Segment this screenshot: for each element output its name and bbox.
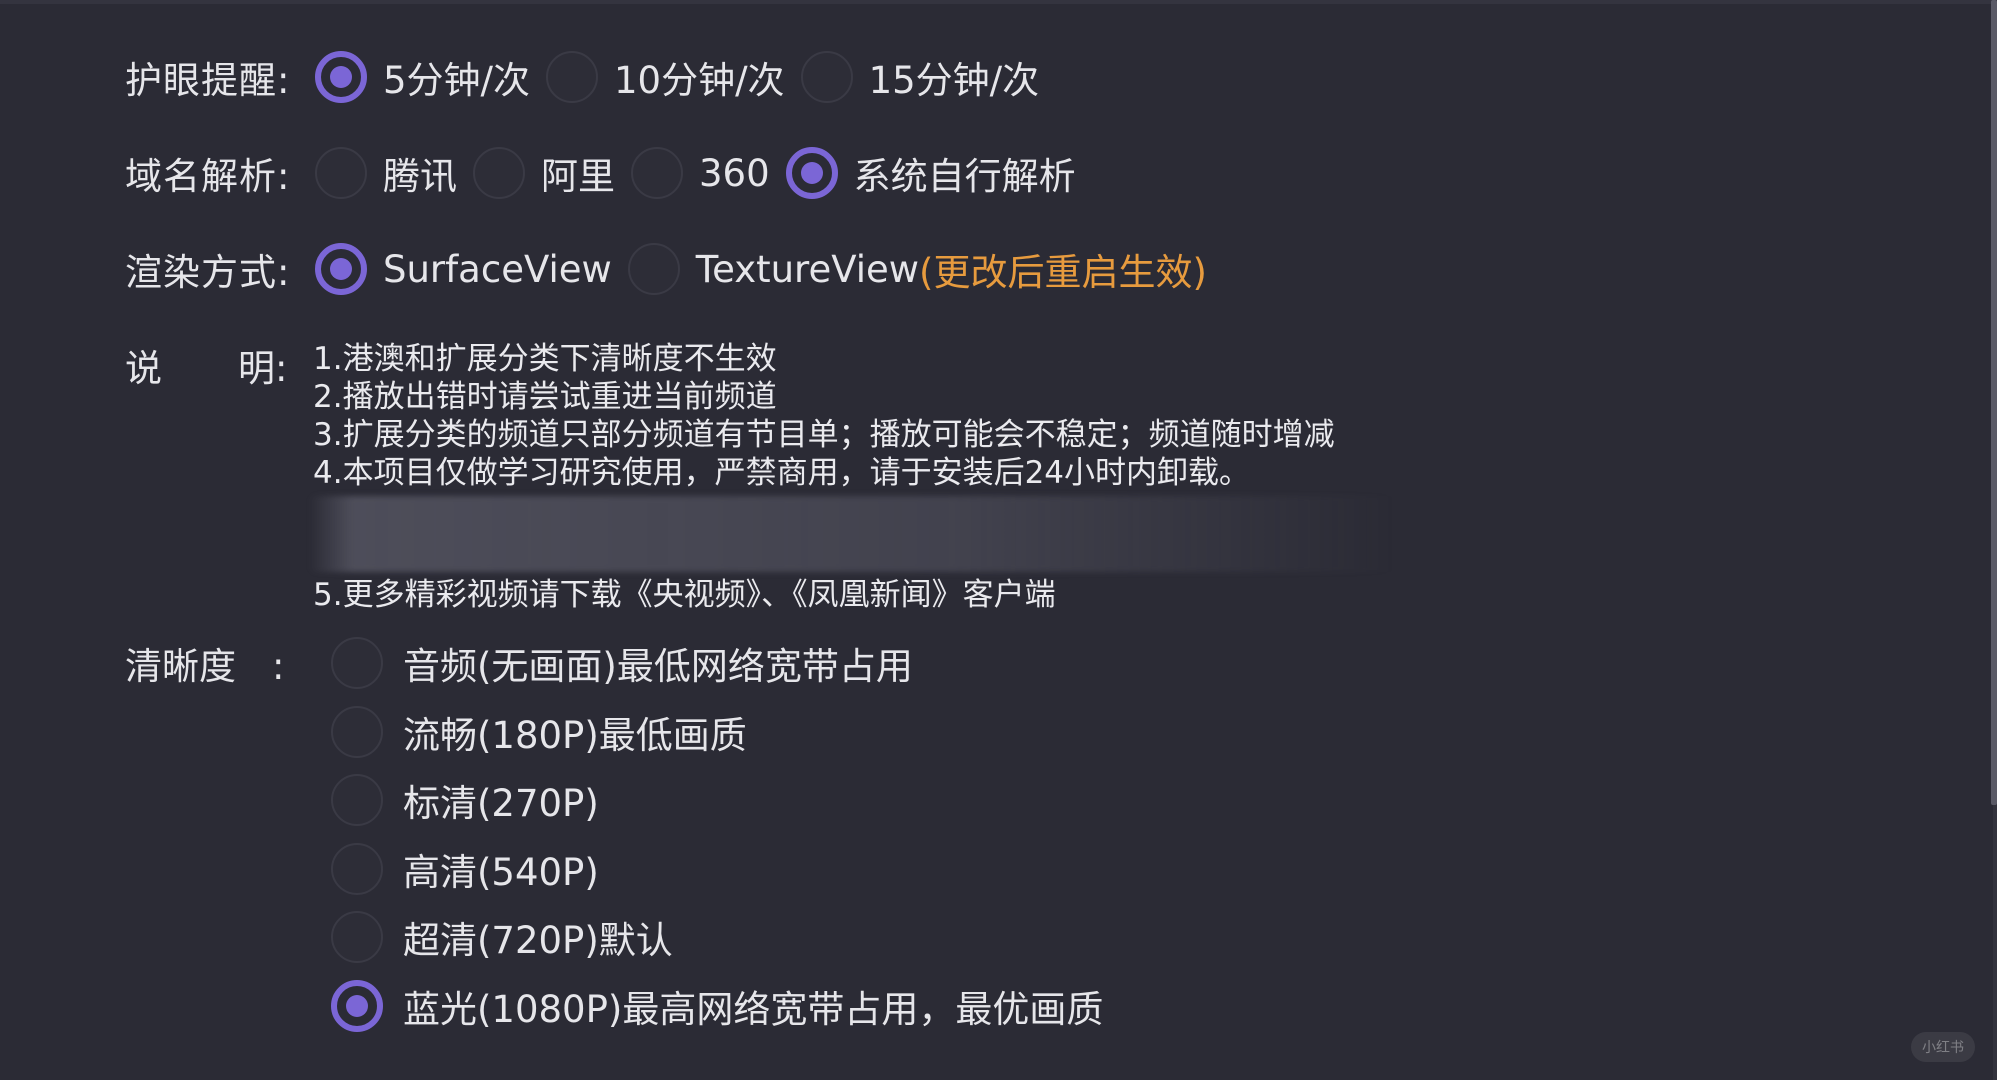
eye-care-option-5min[interactable]: 5分钟/次	[315, 50, 546, 104]
quality-label: 清晰度:	[125, 636, 284, 690]
quality-option-label: 超清(720P)默认	[403, 919, 673, 962]
dns-option-system[interactable]: 系统自行解析	[785, 146, 1092, 200]
radio-unselected-icon[interactable]	[331, 705, 383, 758]
watermark-logo: 小红书	[1911, 1032, 1975, 1062]
render-row: 渲染方式: SurfaceView TextureView (更改后重启生效)	[125, 242, 1207, 296]
render-label: 渲染方式:	[125, 251, 291, 294]
quality-option-540p[interactable]: 高清(540P)	[331, 842, 1119, 895]
dns-option-ali[interactable]: 阿里	[473, 146, 631, 200]
note-line: 3.扩展分类的频道只部分频道有节目单；播放可能会不稳定；频道随时增减	[313, 417, 1335, 453]
dns-row: 域名解析: 腾讯 阿里 360 系统自行解析	[125, 146, 1092, 200]
dns-option-label: 腾讯	[383, 155, 457, 198]
radio-selected-icon[interactable]	[785, 147, 838, 199]
eye-care-row: 护眼提醒: 5分钟/次 10分钟/次 15分钟/次	[125, 50, 1055, 104]
dns-label: 域名解析:	[125, 155, 291, 198]
dns-option-tencent[interactable]: 腾讯	[315, 146, 473, 200]
scrollbar[interactable]	[1991, 0, 1997, 805]
render-option-label: SurfaceView	[383, 247, 612, 291]
radio-unselected-icon[interactable]	[331, 774, 383, 826]
restart-notice: (更改后重启生效)	[919, 251, 1207, 294]
dns-option-360[interactable]: 360	[631, 147, 786, 199]
quality-options: 音频(无画面)最低网络宽带占用 流畅(180P)最低画质 标清(270P) 高清…	[331, 637, 1119, 1048]
radio-selected-icon[interactable]	[331, 979, 383, 1032]
note-line: 4.本项目仅做学习研究使用，严禁商用，请于安装后24小时内卸载。	[313, 455, 1251, 491]
note-line: 2.播放出错时请尝试重进当前频道	[313, 379, 777, 415]
radio-unselected-icon[interactable]	[631, 147, 683, 199]
quality-option-label: 音频(无画面)最低网络宽带占用	[403, 645, 913, 688]
quality-option-270p[interactable]: 标清(270P)	[331, 774, 1119, 826]
quality-option-label: 蓝光(1080P)最高网络宽带占用，最优画质	[403, 987, 1104, 1031]
radio-unselected-icon[interactable]	[546, 51, 599, 103]
radio-unselected-icon[interactable]	[331, 911, 383, 963]
radio-unselected-icon[interactable]	[473, 147, 525, 199]
eye-care-label: 护眼提醒:	[125, 59, 291, 102]
dns-option-label: 阿里	[541, 155, 615, 198]
quality-label-colon: :	[272, 645, 285, 688]
quality-option-1080p[interactable]: 蓝光(1080P)最高网络宽带占用，最优画质	[331, 979, 1119, 1032]
radio-unselected-icon[interactable]	[800, 51, 853, 103]
radio-unselected-icon[interactable]	[331, 637, 383, 689]
quality-option-720p[interactable]: 超清(720P)默认	[331, 911, 1119, 963]
eye-care-option-15min[interactable]: 15分钟/次	[800, 50, 1056, 104]
blurred-redaction	[309, 496, 1394, 572]
eye-care-option-label: 15分钟/次	[868, 59, 1040, 102]
quality-option-180p[interactable]: 流畅(180P)最低画质	[331, 705, 1119, 758]
render-option-surfaceview[interactable]: SurfaceView	[315, 243, 628, 295]
quality-label-text: 清晰度	[125, 645, 236, 688]
render-option-label: TextureView	[695, 247, 920, 291]
eye-care-option-label: 5分钟/次	[383, 59, 531, 102]
quality-option-audio[interactable]: 音频(无画面)最低网络宽带占用	[331, 637, 1119, 689]
radio-selected-icon[interactable]	[315, 51, 367, 103]
eye-care-option-10min[interactable]: 10分钟/次	[546, 50, 801, 104]
radio-unselected-icon[interactable]	[331, 842, 383, 895]
notes-label: 说 明:	[125, 338, 287, 392]
render-option-textureview[interactable]: TextureView	[627, 243, 920, 295]
quality-option-label: 流畅(180P)最低画质	[403, 713, 747, 757]
eye-care-option-label: 10分钟/次	[614, 59, 785, 102]
note-line: 1.港澳和扩展分类下清晰度不生效	[313, 341, 777, 377]
note-line: 5.更多精彩视频请下载《央视频》、《凤凰新闻》客户端	[313, 577, 1056, 613]
notes-block: 1.港澳和扩展分类下清晰度不生效 2.播放出错时请尝试重进当前频道 3.扩展分类…	[309, 340, 1394, 614]
quality-option-label: 高清(540P)	[403, 850, 599, 894]
notes-label-right: 明:	[238, 347, 288, 390]
radio-selected-icon[interactable]	[315, 243, 367, 295]
radio-unselected-icon[interactable]	[315, 147, 367, 199]
dns-option-label: 360	[699, 151, 770, 195]
radio-unselected-icon[interactable]	[627, 243, 680, 295]
notes-label-left: 说	[125, 347, 162, 390]
dns-option-label: 系统自行解析	[853, 155, 1076, 198]
top-strip	[0, 0, 1997, 4]
quality-option-label: 标清(270P)	[403, 782, 599, 825]
